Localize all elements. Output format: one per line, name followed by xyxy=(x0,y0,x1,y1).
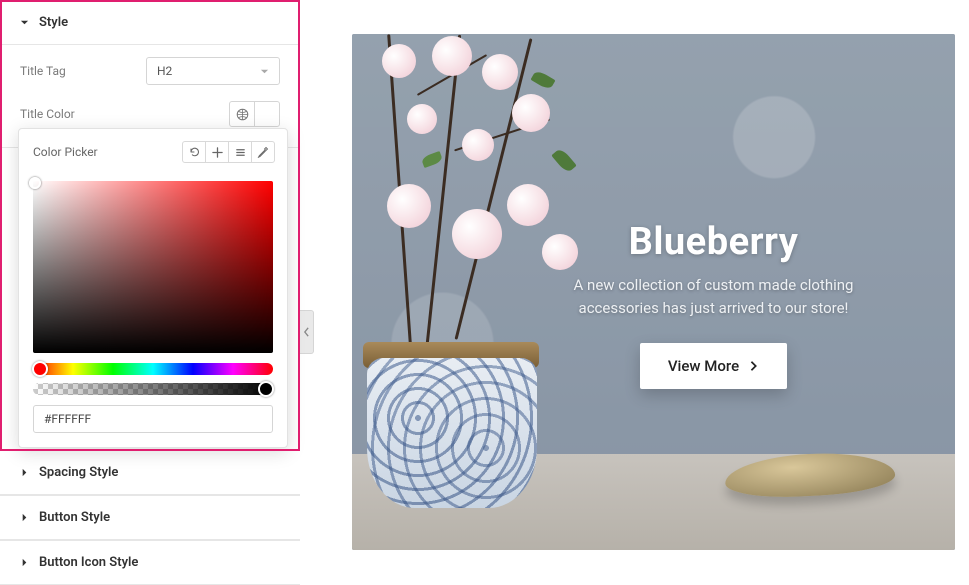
row-title-color: Title Color xyxy=(20,101,280,127)
color-swatch-button[interactable] xyxy=(254,101,280,127)
flower xyxy=(387,184,431,228)
row-title-tag: Title Tag H2 xyxy=(20,57,280,85)
flower xyxy=(407,104,437,134)
stack-icon xyxy=(235,147,246,158)
label-title-tag: Title Tag xyxy=(20,64,66,78)
section-style: Style Title Tag H2 Title Color xyxy=(0,0,300,148)
eyedropper-button[interactable] xyxy=(251,141,275,163)
hue-handle[interactable] xyxy=(32,361,48,377)
color-picker-title: Color Picker xyxy=(33,145,182,159)
section-spacing-style: Spacing Style xyxy=(0,450,300,495)
global-color-button[interactable] xyxy=(229,101,255,127)
caret-right-icon xyxy=(20,513,29,522)
chevron-right-icon xyxy=(749,360,759,372)
hue-slider[interactable] xyxy=(33,363,273,375)
select-value: H2 xyxy=(157,64,172,78)
caret-right-icon xyxy=(20,558,29,567)
color-picker-tools xyxy=(182,141,275,163)
hero-subtitle: A new collection of custom made clothing… xyxy=(502,274,925,321)
chevron-down-icon xyxy=(260,67,269,76)
section-button-style: Button Style xyxy=(0,495,300,540)
hex-input[interactable] xyxy=(33,405,273,433)
button-label: View More xyxy=(668,357,739,375)
flower xyxy=(432,36,472,76)
label-title-color: Title Color xyxy=(20,107,75,121)
title-color-controls xyxy=(229,101,280,127)
reset-color-button[interactable] xyxy=(182,141,206,163)
add-color-button[interactable] xyxy=(205,141,229,163)
saturation-area[interactable] xyxy=(33,181,273,353)
flower xyxy=(482,54,518,90)
section-button-icon-style: Button Icon Style xyxy=(0,540,300,585)
plus-icon xyxy=(212,147,223,158)
color-picker-popover: Color Picker xyxy=(18,128,288,448)
flower xyxy=(462,129,494,161)
chevron-left-icon xyxy=(303,327,310,337)
flower xyxy=(382,44,416,78)
hero-text-block: Blueberry A new collection of custom mad… xyxy=(502,220,925,389)
sidebar-collapse-tab[interactable] xyxy=(300,310,314,354)
flower xyxy=(452,209,502,259)
select-title-tag[interactable]: H2 xyxy=(146,57,280,85)
preview-canvas: Blueberry A new collection of custom mad… xyxy=(352,34,955,550)
eyedropper-icon xyxy=(257,146,269,158)
hero-title: Blueberry xyxy=(502,220,925,264)
library-button[interactable] xyxy=(228,141,252,163)
alpha-slider[interactable] xyxy=(33,383,273,395)
section-title: Button Style xyxy=(39,510,110,525)
view-more-button[interactable]: View More xyxy=(640,343,787,389)
section-title: Style xyxy=(39,15,68,30)
section-header-spacing[interactable]: Spacing Style xyxy=(0,451,300,494)
section-title: Button Icon Style xyxy=(39,555,138,570)
color-picker-body xyxy=(19,173,287,447)
globe-icon xyxy=(236,108,249,121)
section-header-style[interactable]: Style xyxy=(0,1,300,45)
saturation-handle[interactable] xyxy=(29,177,41,189)
undo-icon xyxy=(188,146,200,158)
lower-sections: Spacing Style Button Style Button Icon S… xyxy=(0,450,300,585)
alpha-handle[interactable] xyxy=(258,381,274,397)
caret-right-icon xyxy=(20,468,29,477)
color-picker-header: Color Picker xyxy=(19,129,287,173)
section-header-button[interactable]: Button Style xyxy=(0,496,300,539)
caret-down-icon xyxy=(20,18,29,27)
section-header-button-icon[interactable]: Button Icon Style xyxy=(0,541,300,584)
flower xyxy=(512,94,550,132)
section-title: Spacing Style xyxy=(39,465,118,480)
